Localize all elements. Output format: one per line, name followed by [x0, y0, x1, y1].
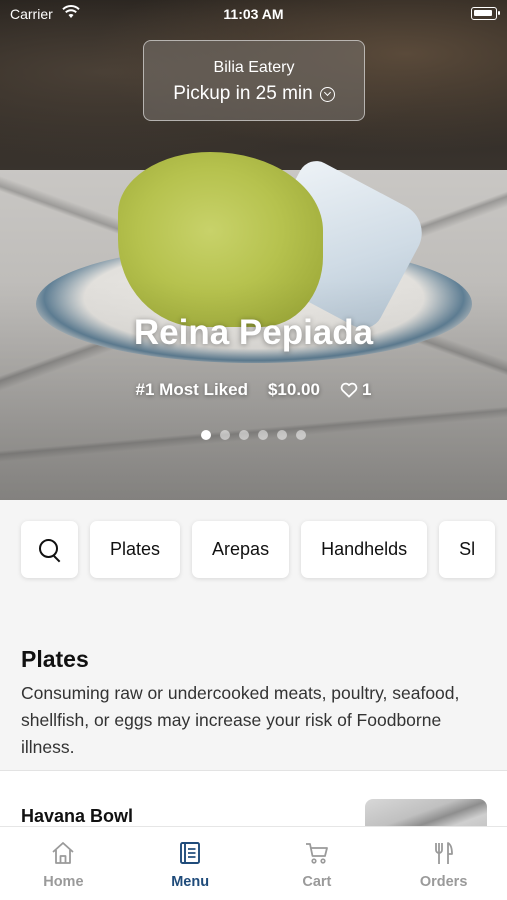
- tab-orders[interactable]: Orders: [380, 827, 507, 900]
- tab-menu[interactable]: Menu: [127, 827, 254, 900]
- tab-bar: Home Menu Cart Orders: [0, 826, 507, 900]
- category-chip-arepas[interactable]: Arepas: [192, 521, 290, 578]
- carousel-dots: [0, 430, 507, 440]
- carousel-dot[interactable]: [277, 430, 287, 440]
- featured-dish-meta: #1 Most Liked $10.00 1: [0, 380, 507, 400]
- category-chip-partial[interactable]: Sl: [439, 521, 496, 578]
- category-chip-handhelds[interactable]: Handhelds: [301, 521, 428, 578]
- tab-home[interactable]: Home: [0, 827, 127, 900]
- carousel-dot[interactable]: [220, 430, 230, 440]
- chevron-down-circle-icon: [319, 86, 335, 102]
- carousel-dot[interactable]: [296, 430, 306, 440]
- tab-label: Orders: [419, 874, 468, 890]
- tab-label: Cart: [302, 874, 332, 890]
- tab-label: Home: [43, 874, 84, 890]
- menu-book-icon: [180, 842, 201, 864]
- home-icon: [52, 842, 74, 864]
- most-liked-badge: #1 Most Liked: [135, 380, 248, 399]
- carousel-dot[interactable]: [239, 430, 249, 440]
- pickup-selector-button[interactable]: Bilia Eatery Pickup in 25 min: [143, 40, 365, 121]
- pickup-eta: Pickup in 25 min: [173, 83, 313, 104]
- restaurant-name: Bilia Eatery: [213, 59, 295, 76]
- cart-icon: [305, 843, 328, 864]
- fork-knife-icon: [434, 842, 453, 864]
- tab-cart[interactable]: Cart: [254, 827, 381, 900]
- featured-dish-title: Reina Pepiada: [133, 313, 374, 352]
- battery-icon: [471, 7, 500, 20]
- carousel-dot[interactable]: [201, 430, 211, 440]
- search-button[interactable]: [21, 521, 78, 578]
- tab-label: Menu: [171, 874, 210, 890]
- clock: 11:03 AM: [223, 6, 284, 22]
- status-bar: Carrier 11:03 AM: [0, 0, 507, 28]
- category-chip-plates[interactable]: Plates: [90, 521, 181, 578]
- featured-price: $10.00: [267, 380, 320, 399]
- carousel-dot[interactable]: [258, 430, 268, 440]
- pickup-eta-row: Pickup in 25 min: [144, 83, 364, 105]
- category-chips: Plates Arepas Handhelds Sl: [21, 521, 496, 578]
- menu-item-name: Havana Bowl: [21, 806, 134, 826]
- heart-icon: [340, 382, 358, 398]
- search-icon: [38, 538, 62, 562]
- section-title: Plates: [21, 646, 89, 672]
- like-count: 1: [361, 380, 372, 399]
- like-button[interactable]: 1: [340, 380, 371, 400]
- section-description: Consuming raw or undercooked meats, poul…: [21, 683, 460, 757]
